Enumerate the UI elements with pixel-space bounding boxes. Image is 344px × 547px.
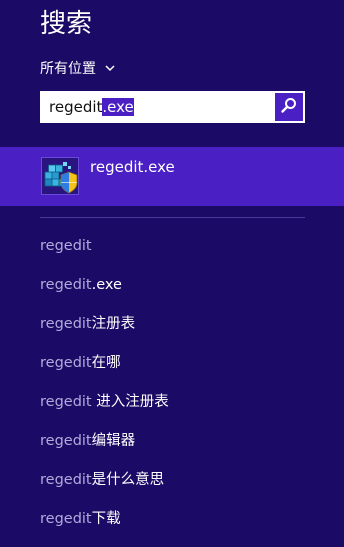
suggestion-query: regedit (40, 394, 92, 410)
suggestion-list: regedit regedit.exe regedit注册表 regedit在哪… (40, 235, 169, 547)
search-icon (280, 96, 298, 118)
chevron-down-icon (104, 62, 116, 74)
suggestion-rest: 是什么意思 (91, 472, 165, 488)
suggestion-query: regedit (40, 433, 92, 449)
search-box[interactable]: regedit.exe (40, 91, 305, 123)
suggestion-item[interactable]: regedit下载 (40, 508, 169, 547)
suggestion-query: regedit (40, 277, 92, 293)
suggestion-rest: 进入注册表 (91, 394, 169, 410)
search-input[interactable]: regedit.exe (49, 92, 134, 122)
search-typed-text: regedit (49, 98, 103, 116)
scope-label: 所有位置 (40, 61, 96, 77)
scope-dropdown[interactable]: 所有位置 (40, 57, 116, 79)
suggestion-query: regedit (40, 511, 92, 527)
suggestion-rest: .exe (91, 277, 122, 293)
divider (40, 217, 305, 218)
search-result-regedit[interactable]: regedit.exe (0, 147, 344, 206)
result-app-name: regedit.exe (90, 157, 175, 177)
search-title: 搜索 (40, 9, 93, 39)
suggestion-item[interactable]: regedit.exe (40, 274, 169, 313)
result-name-rest: .exe (143, 158, 175, 176)
suggestion-item[interactable]: regedit 进入注册表 (40, 391, 169, 430)
suggestion-query: regedit (40, 238, 92, 254)
suggestion-item[interactable]: regedit是什么意思 (40, 469, 169, 508)
suggestion-item[interactable]: regedit注册表 (40, 313, 169, 352)
search-autocomplete-selection: .exe (102, 98, 134, 116)
suggestion-query: regedit (40, 316, 92, 332)
suggestion-rest: 注册表 (91, 316, 136, 332)
registry-editor-icon (41, 157, 79, 195)
suggestion-rest: 编辑器 (91, 433, 136, 449)
suggestion-query: regedit (40, 355, 92, 371)
suggestion-rest: 下载 (91, 511, 121, 527)
suggestion-query: regedit (40, 472, 92, 488)
suggestion-item[interactable]: regedit编辑器 (40, 430, 169, 469)
suggestion-item[interactable]: regedit (40, 235, 169, 274)
search-button[interactable] (275, 93, 303, 121)
result-name-query: regedit (90, 158, 144, 176)
suggestion-rest: 在哪 (91, 355, 121, 371)
suggestion-item[interactable]: regedit在哪 (40, 352, 169, 391)
